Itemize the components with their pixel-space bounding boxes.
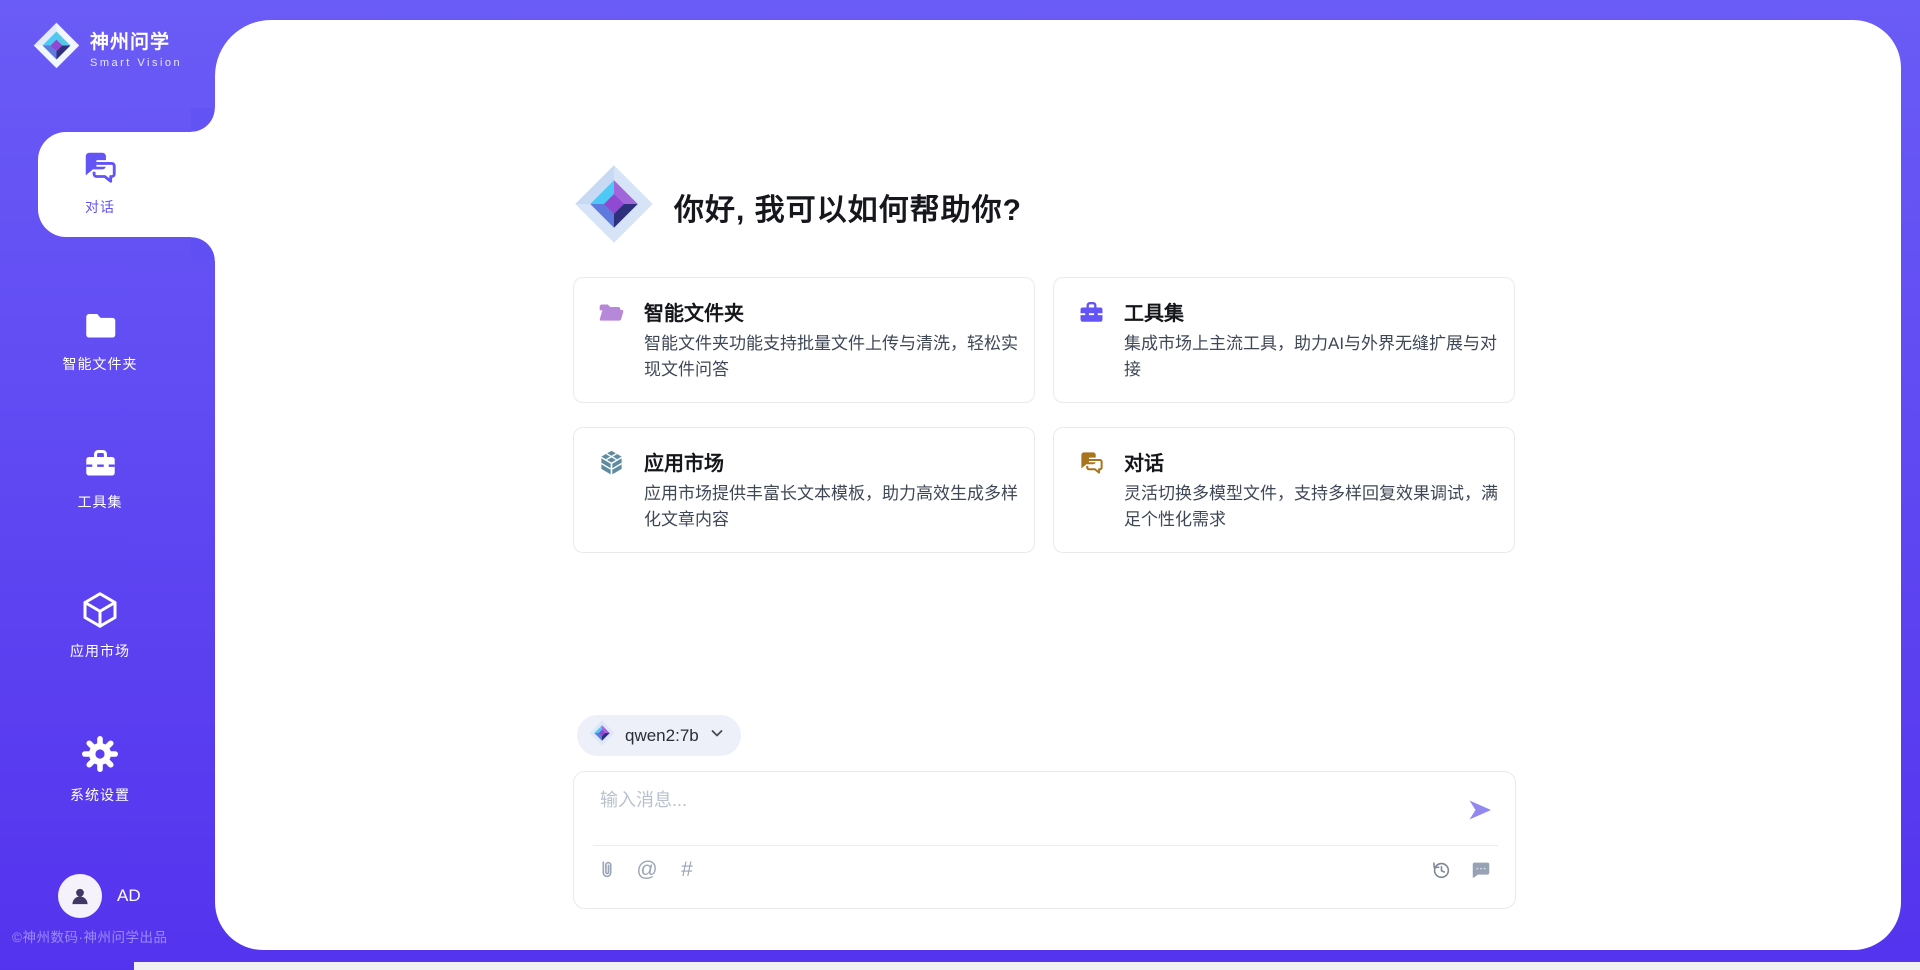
model-selector[interactable]: qwen2:7b [577,715,741,756]
brand-name: 神州问学 [90,27,182,54]
tab-curve-top [191,108,215,132]
card-chat[interactable]: 对话 灵活切换多模型文件，支持多样回复效果调试，满足个性化需求 [1053,427,1515,553]
app-grid-icon [598,449,625,476]
message-composer: @ # [573,771,1516,909]
copyright-footer: ©神州数码·神州问学出品 [12,926,167,946]
brand-logo-icon [33,22,80,74]
folder-icon [83,308,118,348]
card-description: 灵活切换多模型文件，支持多样回复效果调试，满足个性化需求 [1124,481,1506,533]
sidebar-item-toolset[interactable]: 工具集 [0,446,200,512]
mention-icon[interactable]: @ [635,858,659,882]
brand: 神州问学 Smart Vision [33,22,182,74]
greeting-title: 你好, 我可以如何帮助你? [674,185,1022,229]
model-logo-icon [589,720,615,751]
app-root: { "brand": { "name": "神州问学", "subtitle":… [0,0,1920,970]
toolbox-icon [1078,299,1105,326]
attachment-icon[interactable] [595,858,619,882]
sidebar-item-label: 系统设置 [0,785,200,805]
history-icon[interactable] [1429,858,1453,882]
card-title: 工具集 [1124,297,1184,326]
sidebar-item-app-market[interactable]: 应用市场 [0,590,200,661]
folder-open-icon [598,299,625,326]
greeting-block: 你好, 我可以如何帮助你? [574,164,1022,249]
chat-icon [81,148,119,191]
gear-icon [80,734,120,779]
send-icon[interactable] [1467,797,1493,823]
sidebar-item-smart-folder[interactable]: 智能文件夹 [0,308,200,374]
tab-curve-bottom [191,237,215,261]
sidebar-item-label: 工具集 [0,492,200,512]
card-smart-folder[interactable]: 智能文件夹 智能文件夹功能支持批量文件上传与清洗，轻松实现文件问答 [573,277,1035,403]
cube-icon [80,590,120,635]
card-title: 应用市场 [644,447,724,476]
card-toolset[interactable]: 工具集 集成市场上主流工具，助力AI与外界无缝扩展与对接 [1053,277,1515,403]
user-initials: AD [117,886,141,906]
card-description: 应用市场提供丰富长文本模板，助力高效生成多样化文章内容 [644,481,1026,533]
composer-divider [593,845,1498,846]
card-app-market[interactable]: 应用市场 应用市场提供丰富长文本模板，助力高效生成多样化文章内容 [573,427,1035,553]
sidebar-item-label: 对话 [0,197,200,217]
card-description: 智能文件夹功能支持批量文件上传与清洗，轻松实现文件问答 [644,331,1026,383]
avatar [58,874,102,918]
app-logo-icon [574,164,654,249]
hash-icon[interactable]: # [675,858,699,882]
sidebar-item-label: 应用市场 [0,641,200,661]
card-description: 集成市场上主流工具，助力AI与外界无缝扩展与对接 [1124,331,1506,383]
sidebar-item-label: 智能文件夹 [0,354,200,374]
sidebar-item-chat[interactable]: 对话 [0,148,200,217]
card-title: 智能文件夹 [644,297,744,326]
toolbox-icon [83,446,118,486]
user-account[interactable]: AD [58,874,141,918]
message-input[interactable] [600,784,1440,816]
feedback-icon[interactable] [1469,858,1493,882]
model-name: qwen2:7b [625,726,699,746]
brand-subtitle: Smart Vision [90,57,182,69]
horizontal-scrollbar[interactable] [134,962,1920,970]
chat-icon [1078,449,1105,476]
card-title: 对话 [1124,447,1164,476]
chevron-down-icon [709,725,725,746]
sidebar-item-settings[interactable]: 系统设置 [0,734,200,805]
